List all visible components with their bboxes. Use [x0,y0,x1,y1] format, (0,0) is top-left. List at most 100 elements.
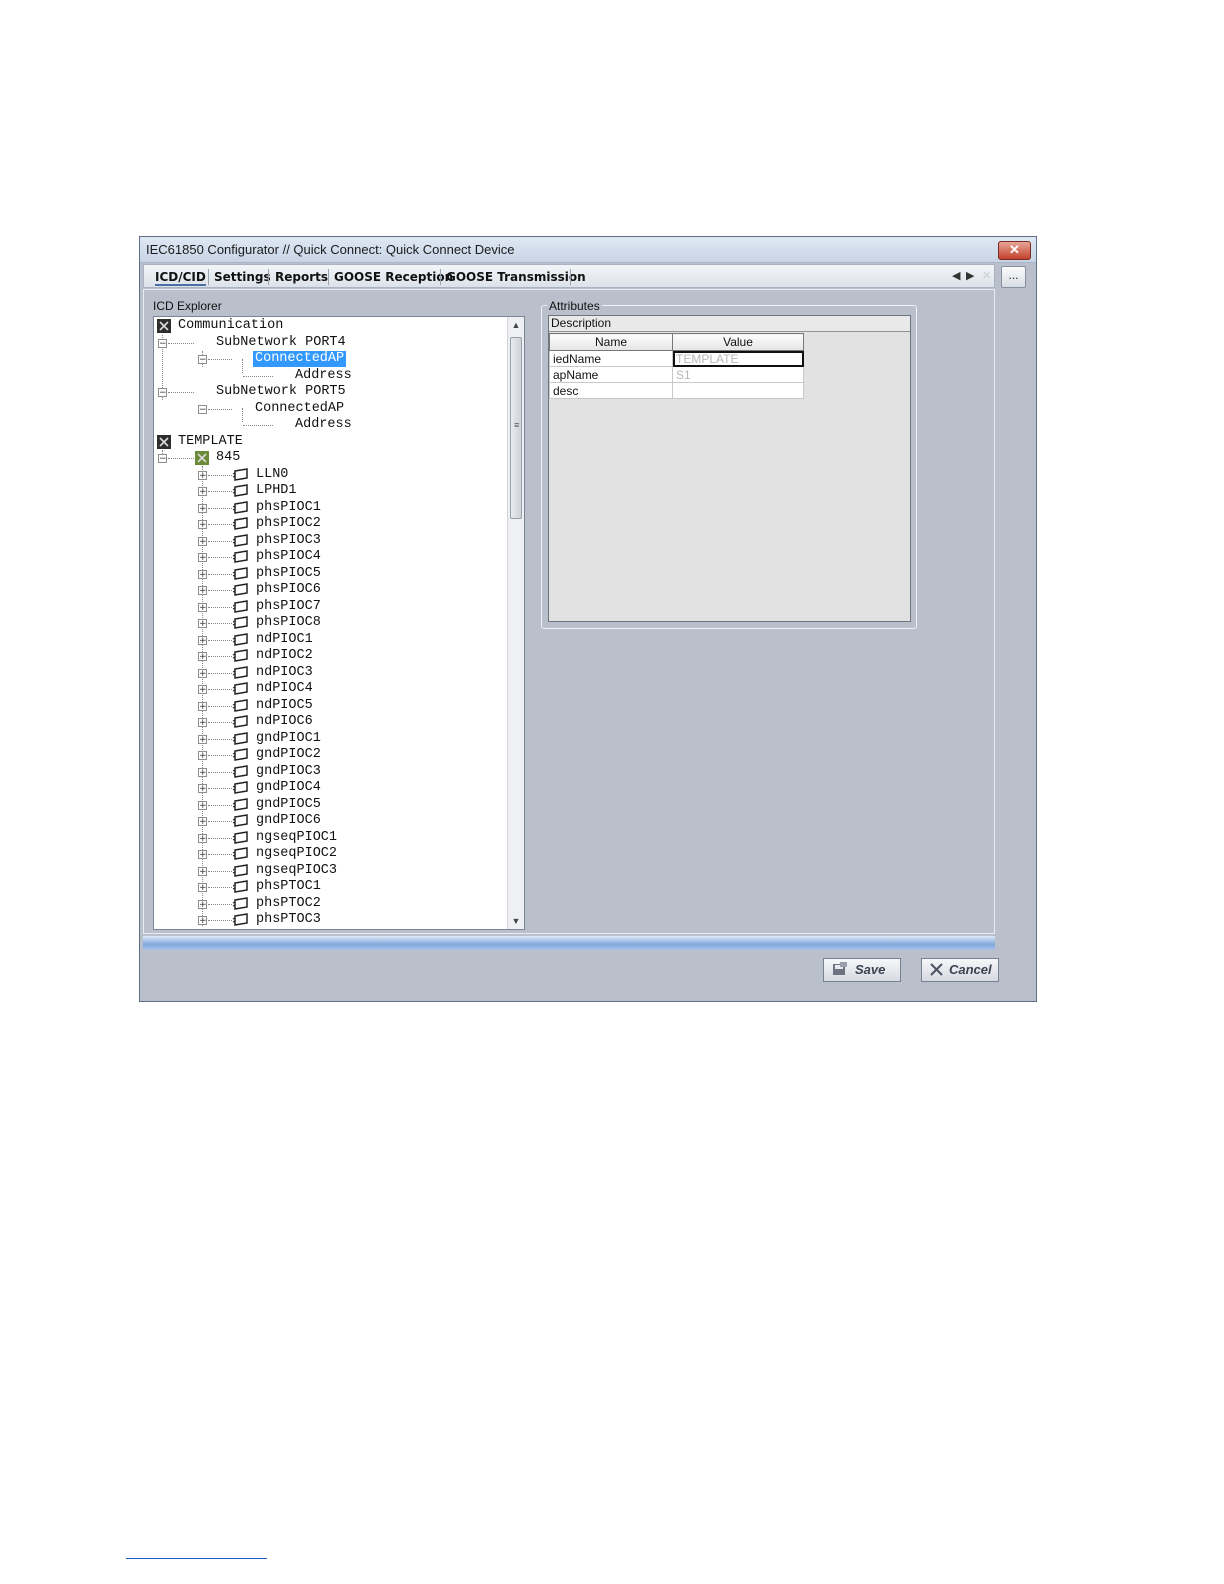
expand-node-icon[interactable]: + [198,520,207,530]
scroll-down-arrow-icon[interactable]: ▼ [508,913,524,929]
tree-node[interactable]: + gndPIOC3 [154,764,508,780]
table-row[interactable]: desc [549,382,804,399]
expand-node-icon[interactable]: + [198,767,207,777]
expand-node-icon[interactable]: + [198,833,207,843]
table-row[interactable]: iedName TEMPLATE [549,350,804,367]
tree-node[interactable]: + phsPIOC3 [154,533,508,549]
expand-node-icon[interactable]: + [198,487,207,497]
collapse-node-icon[interactable]: − [158,338,167,348]
tree-node[interactable]: + phsPTOC1 [154,879,508,895]
expand-node-icon[interactable]: + [198,470,207,480]
tree-node-selected[interactable]: − ConnectedAP [154,351,508,367]
tree-node[interactable]: + ndPIOC6 [154,714,508,730]
collapse-node-icon[interactable]: − [198,355,207,365]
tab-reports[interactable]: Reports [275,270,328,284]
expand-node-icon[interactable]: + [198,635,207,645]
tab-goose-transmission[interactable]: GOOSE Transmission [446,270,586,284]
tree-node[interactable]: − 845 [154,450,508,466]
expand-node-icon[interactable]: + [198,784,207,794]
tree-node[interactable]: + ngseqPIOC2 [154,846,508,862]
cancel-button[interactable]: Cancel [921,958,999,982]
tree-node[interactable]: − SubNetwork PORT4 [154,335,508,351]
tab-close-icon[interactable]: ✕ [982,269,991,282]
expand-node-icon[interactable]: + [198,899,207,909]
scrollbar-thumb[interactable]: ≡ [510,337,522,519]
tree-node[interactable]: + phsPIOC5 [154,566,508,582]
expand-node-icon[interactable]: + [198,916,207,926]
tree-node[interactable]: + LPHD1 [154,483,508,499]
expand-node-icon[interactable]: + [198,866,207,876]
tab-prev-arrow-icon[interactable]: ◀ [952,269,960,282]
tree-node[interactable]: − ConnectedAP [154,401,508,417]
tree-node[interactable]: + ndPIOC5 [154,698,508,714]
tree-node[interactable]: + phsPIOC7 [154,599,508,615]
tree-node-label: Communication [178,318,284,333]
icd-explorer-tree[interactable]: Communication − SubNetwork PORT4− Connected… [153,316,525,930]
tree-node[interactable]: + gndPIOC1 [154,731,508,747]
tree-node[interactable]: + ndPIOC3 [154,665,508,681]
expand-node-icon[interactable]: + [198,751,207,761]
tree-node-label: SubNetwork PORT4 [216,334,346,350]
expand-node-icon[interactable]: + [198,602,207,612]
expand-node-icon[interactable]: + [198,850,207,860]
tree-node[interactable]: + gndPIOC2 [154,747,508,763]
tree-node[interactable]: + gndPIOC5 [154,797,508,813]
expand-node-icon[interactable]: + [198,718,207,728]
tree-node[interactable]: + ndPIOC1 [154,632,508,648]
expand-node-icon[interactable]: + [198,503,207,513]
attr-value-cell[interactable] [672,382,804,399]
tree-node[interactable]: + phsPTOC2 [154,896,508,912]
tab-goose-reception[interactable]: GOOSE Reception [334,270,453,284]
expand-node-icon[interactable]: + [198,668,207,678]
tree-node[interactable]: Address [154,417,508,433]
expand-node-icon[interactable]: + [198,586,207,596]
title-bar[interactable]: IEC61850 Configurator // Quick Connect: … [140,237,1036,263]
tree-node[interactable]: + ndPIOC4 [154,681,508,697]
expand-node-icon[interactable]: + [198,817,207,827]
tree-node[interactable]: + phsPIOC4 [154,549,508,565]
expand-node-icon[interactable]: + [198,619,207,629]
expand-node-icon[interactable]: + [198,701,207,711]
tree-node[interactable]: Communication [154,318,508,334]
expand-node-icon[interactable]: + [198,553,207,563]
save-button[interactable]: Save [823,958,901,982]
expand-node-icon[interactable]: + [198,734,207,744]
tree-node[interactable]: + phsPIOC6 [154,582,508,598]
tree-node-label: phsPIOC2 [256,516,321,531]
tab-icd-cid[interactable]: ICD/CID [155,270,206,286]
scroll-up-arrow-icon[interactable]: ▲ [508,317,524,333]
close-window-button[interactable]: ✕ [998,241,1031,260]
tree-node[interactable]: − SubNetwork PORT5 [154,384,508,400]
expand-node-icon[interactable]: + [198,685,207,695]
tree-node-label: phsPIOC5 [256,565,321,581]
attr-value-cell[interactable]: S1 [672,366,804,383]
expand-node-icon[interactable]: + [198,536,207,546]
tree-node[interactable]: + phsPTOC3 [154,912,508,928]
expand-node-icon[interactable]: + [198,800,207,810]
tree-node[interactable]: + gndPIOC4 [154,780,508,796]
tab-next-arrow-icon[interactable]: ▶ [966,269,974,282]
tree-node[interactable]: Address [154,368,508,384]
tree-node[interactable]: + ndPIOC2 [154,648,508,664]
collapse-node-icon[interactable]: − [198,404,207,414]
more-options-button[interactable]: ... [1001,266,1026,288]
attr-value-cell[interactable]: TEMPLATE [672,350,804,367]
column-header-name[interactable]: Name [549,333,673,351]
tree-node[interactable]: + phsPIOC2 [154,516,508,532]
tree-node[interactable]: TEMPLATE [154,434,508,450]
collapse-node-icon[interactable]: − [158,454,167,464]
expand-node-icon[interactable]: + [198,883,207,893]
collapse-node-icon[interactable]: − [158,388,167,398]
column-header-value[interactable]: Value [672,333,804,351]
expand-node-icon[interactable]: + [198,652,207,662]
tree-node[interactable]: + ngseqPIOC1 [154,830,508,846]
tree-node[interactable]: + ngseqPIOC3 [154,863,508,879]
tree-node[interactable]: + gndPIOC6 [154,813,508,829]
tab-settings[interactable]: Settings [214,270,271,284]
expand-node-icon[interactable]: + [198,569,207,579]
table-row[interactable]: apName S1 [549,366,804,383]
tree-node[interactable]: + phsPIOC1 [154,500,508,516]
tree-node[interactable]: + LLN0 [154,467,508,483]
tree-vertical-scrollbar[interactable]: ▲ ≡ ▼ [507,317,524,929]
tree-node[interactable]: + phsPIOC8 [154,615,508,631]
